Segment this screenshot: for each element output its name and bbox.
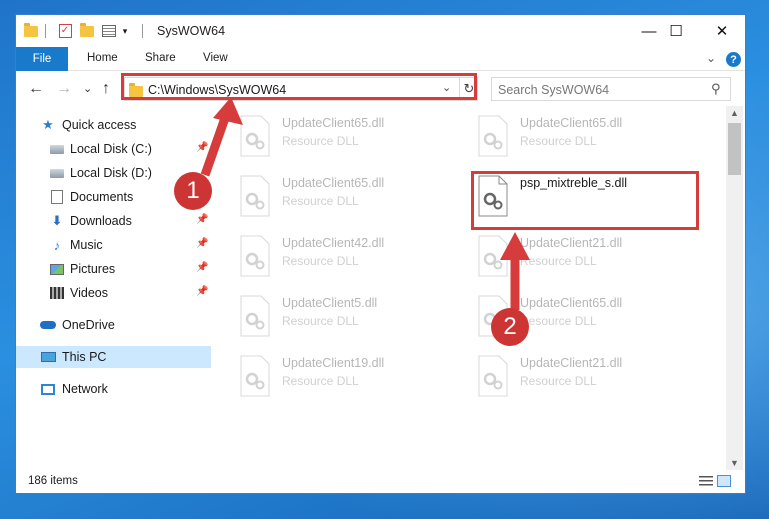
annotation-arrows (200, 97, 530, 310)
step-2-badge: 2 (491, 308, 529, 346)
step-1-badge: 1 (174, 172, 212, 210)
arrow-to-address-bar (200, 97, 243, 177)
arrow-to-file (500, 232, 530, 310)
